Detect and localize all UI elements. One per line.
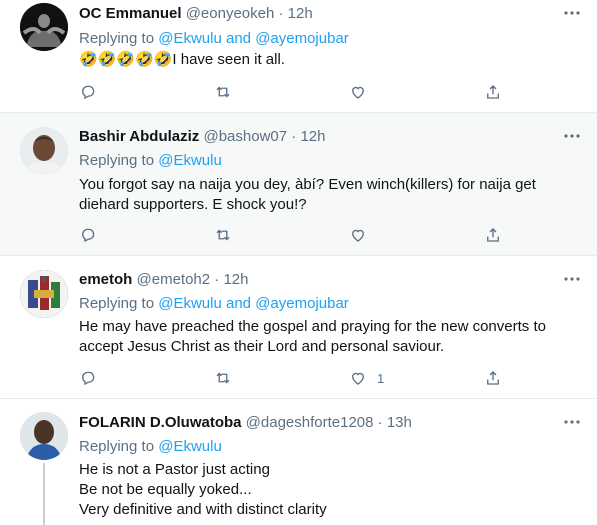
reply-icon (82, 228, 95, 243)
tweet-header: emetoh @emetoh2 · 12h (79, 270, 249, 290)
share-button[interactable] (484, 82, 502, 102)
mention-link[interactable]: @Ekwulu (158, 438, 222, 455)
handle[interactable]: @dageshforte1208 (246, 414, 374, 431)
tweet-text: 🤣🤣🤣🤣🤣I have seen it all. (79, 50, 579, 70)
timestamp[interactable]: 12h (288, 5, 313, 22)
avatar[interactable] (20, 3, 68, 51)
reply-icon (82, 85, 95, 100)
thread-line (43, 463, 45, 525)
tweet-text: You forgot say na naija you dey, àbí? Ev… (79, 176, 536, 213)
retweet-icon (216, 86, 230, 98)
avatar[interactable] (20, 270, 68, 318)
retweet-icon (216, 372, 230, 384)
like-button[interactable] (349, 82, 367, 102)
tweet-emetoh[interactable]: emetoh @emetoh2 · 12h Replying to @Ekwul… (0, 256, 597, 398)
share-icon (487, 371, 499, 385)
display-name[interactable]: OC Emmanuel (79, 5, 182, 22)
display-name[interactable]: FOLARIN D.Oluwatoba (79, 414, 242, 431)
separator: · (214, 271, 220, 288)
retweet-button[interactable] (214, 225, 232, 245)
avatar[interactable] (20, 127, 68, 175)
share-icon (487, 85, 499, 99)
replying-to: Replying to @Ekwulu and @ayemojubar (79, 29, 349, 49)
more-icon[interactable] (563, 413, 581, 431)
share-icon (487, 228, 499, 242)
mention-link[interactable]: @Ekwulu (158, 152, 222, 169)
handle[interactable]: @bashow07 (203, 128, 287, 145)
timestamp[interactable]: 13h (387, 414, 412, 431)
share-button[interactable] (484, 225, 502, 245)
more-icon[interactable] (563, 4, 581, 22)
heart-icon (352, 372, 364, 385)
timestamp[interactable]: 12h (223, 271, 248, 288)
share-button[interactable] (484, 368, 502, 388)
and-label[interactable]: and (226, 295, 251, 312)
tweet-line: He is not a Pastor just acting (79, 461, 270, 478)
replying-to-label: Replying to (79, 152, 155, 169)
tweet-header: Bashir Abdulaziz @bashow07 · 12h (79, 127, 325, 147)
emoji-text: 🤣🤣🤣🤣🤣 (79, 51, 173, 68)
retweet-icon (216, 229, 230, 241)
tweet-text: He is not a Pastor just acting Be not be… (79, 460, 579, 520)
like-count: 1 (377, 370, 385, 386)
avatar[interactable] (20, 412, 68, 460)
action-bar: 1 (79, 368, 579, 388)
tweet-folarin[interactable]: FOLARIN D.Oluwatoba @dageshforte1208 · 1… (0, 399, 597, 525)
tweet-bashir[interactable]: Bashir Abdulaziz @bashow07 · 12h Replyin… (0, 113, 597, 255)
heart-icon (352, 229, 364, 242)
replying-to: Replying to @Ekwulu (79, 437, 222, 457)
mention-link[interactable]: @Ekwulu (158, 30, 222, 47)
replying-to: Replying to @Ekwulu and @ayemojubar (79, 294, 349, 314)
tweet-line: Very definitive and with distinct clarit… (79, 501, 327, 518)
tweet-header: FOLARIN D.Oluwatoba @dageshforte1208 · 1… (79, 413, 412, 433)
tweet-header: OC Emmanuel @eonyeokeh · 12h (79, 4, 313, 24)
separator: · (278, 5, 284, 22)
replying-to-label: Replying to (79, 295, 155, 312)
retweet-button[interactable] (214, 368, 232, 388)
action-bar (79, 225, 579, 245)
action-bar (79, 82, 579, 102)
handle[interactable]: @eonyeokeh (186, 5, 275, 22)
tweet-body: I have seen it all. (172, 51, 285, 68)
tweet-text: He may have preached the gospel and pray… (79, 318, 546, 355)
more-icon[interactable] (563, 127, 581, 145)
and-label[interactable]: and (226, 30, 251, 47)
replying-to-label: Replying to (79, 30, 155, 47)
reply-button[interactable] (79, 225, 97, 245)
display-name[interactable]: Bashir Abdulaziz (79, 128, 199, 145)
mention-link[interactable]: @ayemojubar (255, 295, 349, 312)
mention-link[interactable]: @ayemojubar (255, 30, 349, 47)
reply-button[interactable] (79, 82, 97, 102)
display-name[interactable]: emetoh (79, 271, 132, 288)
more-icon[interactable] (563, 270, 581, 288)
separator: · (377, 414, 383, 431)
replying-to: Replying to @Ekwulu (79, 151, 222, 171)
mention-link[interactable]: @Ekwulu (158, 295, 222, 312)
like-button[interactable] (349, 225, 367, 245)
handle[interactable]: @emetoh2 (137, 271, 211, 288)
replying-to-label: Replying to (79, 438, 155, 455)
heart-icon (352, 86, 364, 99)
retweet-button[interactable] (214, 82, 232, 102)
reply-icon (82, 371, 95, 386)
timestamp[interactable]: 12h (300, 128, 325, 145)
separator: · (291, 128, 297, 145)
tweet-line: Be not be equally yoked... (79, 481, 252, 498)
like-button[interactable]: 1 (349, 368, 384, 388)
reply-button[interactable] (79, 368, 97, 388)
tweet-oc-emmanuel[interactable]: OC Emmanuel @eonyeokeh · 12h Replying to… (0, 0, 597, 112)
